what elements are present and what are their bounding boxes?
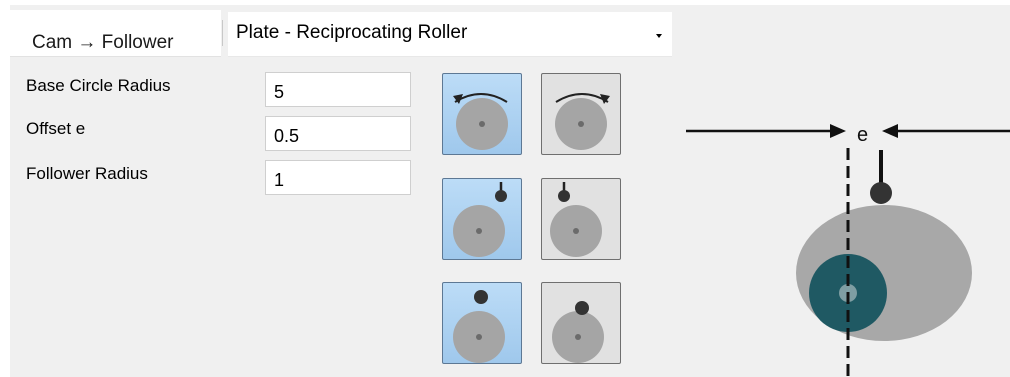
chevron-down-icon[interactable] — [656, 34, 662, 38]
follower-offset-left-icon — [550, 182, 602, 257]
follower-above-icon — [453, 290, 505, 363]
base-circle-radius-input[interactable] — [265, 72, 411, 107]
offset-e-input[interactable] — [265, 116, 411, 151]
offset-e-label: Offset e — [26, 119, 86, 138]
tab-cam-follower[interactable]: Cam → Follower — [10, 10, 221, 57]
tab-label: Cam → Follower — [32, 32, 174, 53]
offset-e-label-text: e — [857, 124, 868, 146]
rotation-ccw-button[interactable] — [442, 73, 522, 155]
rotation-cw-button[interactable] — [541, 73, 621, 155]
cam-type-selected: Plate - Reciprocating Roller — [236, 22, 468, 43]
offset-left-button[interactable] — [541, 178, 621, 260]
ccw-rotation-icon — [453, 93, 508, 150]
follower-radius-label: Follower Radius — [26, 164, 148, 183]
follower-inset-icon — [552, 301, 604, 363]
follower-offset-right-icon — [453, 182, 507, 257]
tab-divider — [222, 20, 223, 46]
offset-dimension-arrows — [686, 124, 1010, 138]
follower-centered-above-button[interactable] — [442, 282, 522, 364]
base-circle-radius-label: Base Circle Radius — [26, 76, 171, 95]
follower-radius-input[interactable] — [265, 160, 411, 195]
offset-right-button[interactable] — [442, 178, 522, 260]
cam-type-dropdown[interactable]: Plate - Reciprocating Roller — [228, 12, 672, 57]
follower-centered-lower-button[interactable] — [541, 282, 621, 364]
cw-rotation-icon — [555, 93, 610, 150]
follower-tip — [870, 182, 892, 204]
cam-follower-diagram: e — [686, 124, 1010, 377]
